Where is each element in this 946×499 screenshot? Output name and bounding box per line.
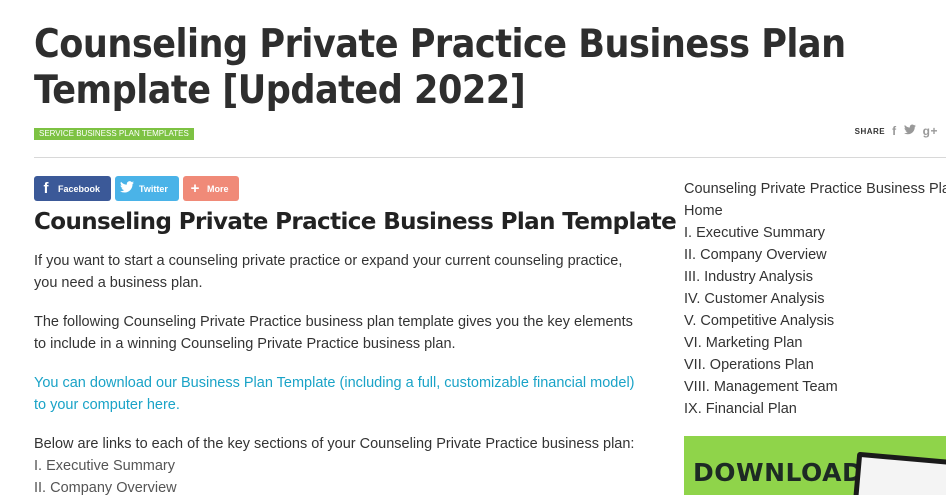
plus-icon: + [190, 180, 200, 197]
share-bar: SHARE f g+ [855, 124, 938, 138]
header-divider [34, 157, 946, 158]
monitor-image [853, 451, 946, 495]
google-plus-icon[interactable]: g+ [923, 124, 938, 138]
toc-list: I. Executive Summary II. Company Overvie… [34, 455, 177, 499]
sidebar-item-company-overview[interactable]: II. Company Overview [684, 244, 946, 266]
share-label: SHARE [854, 126, 886, 136]
twitter-icon [120, 180, 134, 197]
article-heading: Counseling Private Practice Business Pla… [34, 209, 677, 235]
category-badge[interactable]: SERVICE BUSINESS PLAN TEMPLATES [34, 128, 194, 140]
twitter-share-button[interactable]: Twitter [115, 176, 179, 201]
twitter-icon[interactable] [903, 124, 916, 138]
facebook-share-button[interactable]: f Facebook [34, 176, 111, 201]
download-promo-banner[interactable]: DOWNLOAD [684, 436, 946, 495]
download-link[interactable]: You can download our Business Plan Templ… [34, 372, 644, 416]
more-button-label: More [207, 183, 229, 194]
toc-link-executive-summary[interactable]: I. Executive Summary [34, 455, 177, 477]
sidebar-item-operations-plan[interactable]: VII. Operations Plan [684, 354, 946, 376]
sidebar-item-management-team[interactable]: VIII. Management Team [684, 376, 946, 398]
social-buttons: f Facebook Twitter + More [34, 176, 239, 201]
template-paragraph: The following Counseling Private Practic… [34, 314, 633, 352]
page-title: Counseling Private Practice Business Pla… [34, 22, 846, 113]
sidebar-item-template[interactable]: Counseling Private Practice Business Pla… [684, 178, 946, 200]
toc-link-company-overview[interactable]: II. Company Overview [34, 477, 177, 499]
links-intro: Below are links to each of the key secti… [34, 436, 635, 452]
sidebar-item-industry-analysis[interactable]: III. Industry Analysis [684, 266, 946, 288]
sidebar-item-customer-analysis[interactable]: IV. Customer Analysis [684, 288, 946, 310]
promo-text: DOWNLOAD [693, 458, 864, 487]
intro-paragraph: If you want to start a counseling privat… [34, 253, 623, 291]
sidebar-item-financial-plan[interactable]: IX. Financial Plan [684, 398, 946, 420]
sidebar-item-competitive-analysis[interactable]: V. Competitive Analysis [684, 310, 946, 332]
sidebar-nav: Counseling Private Practice Business Pla… [684, 178, 946, 420]
facebook-button-label: Facebook [58, 183, 101, 194]
sidebar-item-home[interactable]: Home [684, 200, 946, 222]
sidebar-item-executive-summary[interactable]: I. Executive Summary [684, 222, 946, 244]
facebook-icon[interactable]: f [892, 124, 897, 138]
facebook-icon: f [43, 180, 49, 197]
twitter-button-label: Twitter [139, 183, 168, 194]
sidebar-item-marketing-plan[interactable]: VI. Marketing Plan [684, 332, 946, 354]
more-share-button[interactable]: + More [183, 176, 239, 201]
